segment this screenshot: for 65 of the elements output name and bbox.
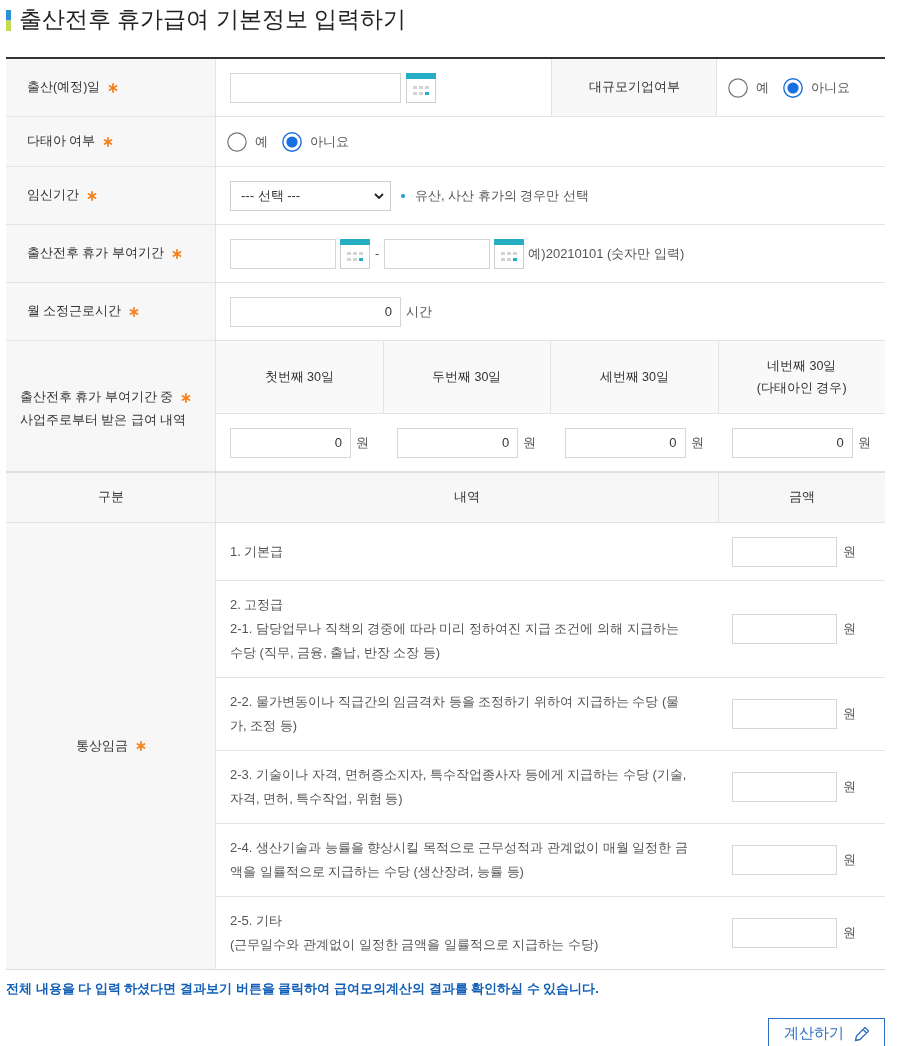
unit-label: 원 [843,705,856,724]
range-dash: - [374,244,381,263]
unit-label: 원 [843,778,856,797]
item-description: 2-4. 생산기술과 능률을 향상시킬 목적으로 근무성적과 관계없이 매월 일정한 금액을 일률적으로 지급하는 수당 (생산장려, 능률 등) [230,839,689,881]
calendar-icon[interactable] [406,72,436,103]
column-header: 내역 [454,489,480,507]
unit-label: 원 [843,620,856,639]
unit-label: 시간 [406,302,432,321]
amount-input[interactable] [732,699,837,729]
unit-label: 원 [690,433,704,452]
column-header: 네번째 30일 (다태아인 경우) [756,358,847,397]
item-description: 2-5. 기타 (근무일수와 관계없이 일정한 금액을 일률적으로 지급하는 수당) [230,912,599,954]
unit-label: 원 [356,433,369,452]
field-label: 임신기간 [27,187,79,205]
title-bar-icon [6,9,11,31]
pencil-icon [853,1025,870,1042]
amount-input[interactable] [732,845,837,875]
amount-input[interactable]: 0 [230,427,351,458]
bullet-dot-icon [401,193,405,198]
calendar-icon[interactable] [340,238,370,269]
unit-label: 원 [523,433,537,452]
unit-label: 원 [857,433,871,452]
field-label: 출산전후 휴가 부여기간 [27,245,164,263]
column-header: 두번째 30일 [432,369,502,386]
format-hint: 예)20210101 (숫자만 입력) [528,244,685,263]
field-label: 대규모기업여부 [588,79,680,97]
field-label: 다태아 여부 [27,133,96,151]
field-label: 출산전후 휴가 부여기간 중 [20,389,174,407]
amount-input[interactable] [732,536,837,567]
amount-input[interactable]: 0 [397,427,519,458]
item-description: 2-3. 기술이나 자격, 면허증소지자, 특수작업종사자 등에게 지급하는 수당 (기술, 자격, 면허, 특수작업, 위험 등) [230,766,688,808]
amount-input[interactable] [732,918,837,948]
radio-option[interactable]: 예 [227,131,268,152]
calendar-icon[interactable] [494,238,525,269]
date-input[interactable] [230,238,336,269]
unit-label: 원 [843,924,856,943]
field-label: 사업주로부터 받은 급여 내역 [20,412,187,429]
column-header: 구분 [97,489,124,507]
notice-text: 전체 내용을 다 입력 하셨다면 결과보기 버튼을 클릭하여 급여모의계산의 결과를 확인하실 수 있습니다. [6,980,600,998]
column-header: 금액 [789,489,815,507]
date-input[interactable] [384,238,491,269]
field-label: 출산(예정)일 [27,79,101,97]
item-description: 1. 기본급 [230,542,284,561]
number-input[interactable]: 0 [230,296,401,327]
chevron-down-icon [374,192,384,199]
column-header: 세번째 30일 [599,369,669,386]
date-input[interactable] [230,72,401,103]
calculate-button[interactable]: 계산하기 [768,1018,885,1046]
select-dropdown[interactable]: --- 선택 --- [230,180,391,211]
item-description: 2-2. 물가변동이나 직급간의 임금격차 등을 조정하기 위하여 지급하는 수당 (물가, 조정 등) [230,693,681,735]
amount-input[interactable] [732,772,837,802]
radio-option[interactable]: 예 [728,77,769,98]
column-header: 첫번째 30일 [264,369,334,386]
unit-label: 원 [843,851,856,870]
amount-input[interactable] [732,614,837,644]
radio-option[interactable]: 아니요 [282,131,349,152]
amount-input[interactable]: 0 [731,427,853,458]
unit-label: 원 [843,542,856,561]
page-title: 출산전후 휴가급여 기본정보 입력하기 [19,6,406,34]
radio-option[interactable]: 아니요 [783,77,850,98]
note-text: 유산, 사산 휴가의 경우만 선택 [415,186,590,205]
field-label: 월 소정근로시간 [27,303,122,321]
item-description: 2. 고정급 2-1. 담당업무나 직책의 경중에 따라 미리 정하여진 지급 조건에 의해 지급하는 수당 (직무, 금융, 출납, 반장 소장 등) [230,596,680,662]
amount-input[interactable]: 0 [564,427,686,458]
group-label: 통상임금 [75,737,128,755]
